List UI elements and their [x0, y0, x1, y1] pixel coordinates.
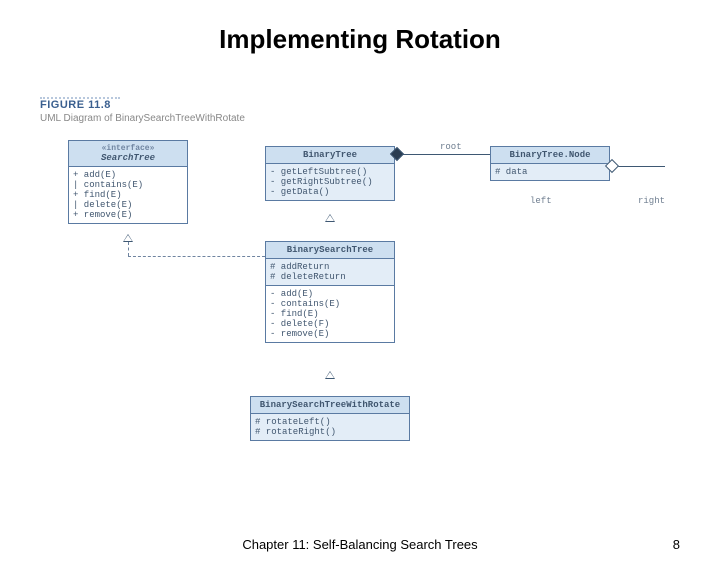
slide-footer: Chapter 11: Self-Balancing Search Trees …	[0, 537, 720, 552]
uml-interface-searchtree: «interface» SearchTree + add(E) | contai…	[68, 140, 188, 224]
realization-line-v	[128, 242, 129, 256]
op: - getRightSubtree()	[270, 177, 390, 187]
figure-caption: UML Diagram of BinarySearchTreeWithRotat…	[40, 113, 680, 124]
uml-class-bst: BinarySearchTree # addReturn # deleteRet…	[265, 241, 395, 343]
attr: # deleteReturn	[270, 272, 390, 282]
stereotype-label: «interface»	[71, 144, 185, 153]
realization-line-h	[128, 256, 265, 257]
uml-class-rotate: BinarySearchTreeWithRotate # rotateLeft(…	[250, 396, 410, 441]
assoc-label-right: right	[638, 196, 665, 206]
footer-page-number: 8	[673, 537, 680, 552]
op: + add(E)	[73, 170, 183, 180]
uml-figure: FIGURE 11.8 UML Diagram of BinarySearchT…	[40, 96, 680, 496]
realization-arrow-icon	[123, 234, 133, 242]
class-name: SearchTree	[101, 153, 155, 163]
slide-title: Implementing Rotation	[0, 24, 720, 55]
attr: # data	[495, 167, 605, 177]
uml-class-binarytree: BinaryTree - getLeftSubtree() - getRight…	[265, 146, 395, 201]
op: - getData()	[270, 187, 390, 197]
generalization-arrow-icon	[325, 371, 335, 379]
op: - delete(F)	[270, 319, 390, 329]
footer-chapter: Chapter 11: Self-Balancing Search Trees	[0, 537, 720, 552]
op: - contains(E)	[270, 299, 390, 309]
figure-label: FIGURE 11.8	[40, 99, 680, 111]
attr: # rotateRight()	[255, 427, 405, 437]
op: - add(E)	[270, 289, 390, 299]
op: - remove(E)	[270, 329, 390, 339]
class-name: BinarySearchTreeWithRotate	[260, 400, 400, 410]
attr: # addReturn	[270, 262, 390, 272]
uml-class-node: BinaryTree.Node # data	[490, 146, 610, 181]
generalization-arrow-icon	[325, 214, 335, 222]
class-name: BinaryTree	[303, 150, 357, 160]
assoc-label-root: root	[440, 142, 462, 152]
assoc-root-line	[395, 154, 490, 155]
op: + find(E)	[73, 190, 183, 200]
class-name: BinaryTree.Node	[509, 150, 590, 160]
op: | contains(E)	[73, 180, 183, 190]
attr: # rotateLeft()	[255, 417, 405, 427]
op: | delete(E)	[73, 200, 183, 210]
op: - getLeftSubtree()	[270, 167, 390, 177]
assoc-label-left: left	[530, 196, 552, 206]
op: - find(E)	[270, 309, 390, 319]
class-name: BinarySearchTree	[287, 245, 373, 255]
op: + remove(E)	[73, 210, 183, 220]
